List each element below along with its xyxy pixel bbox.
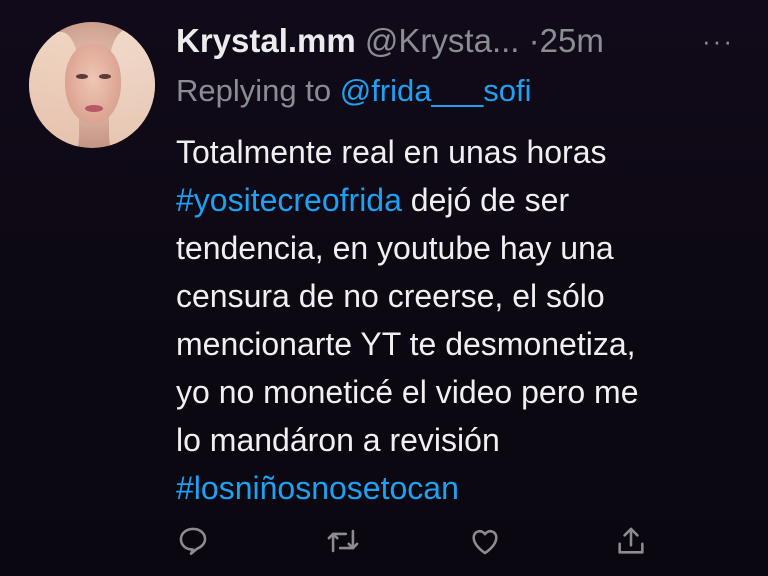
- retweet-icon[interactable]: [326, 524, 360, 558]
- display-name[interactable]: Krystal.mm: [176, 22, 356, 59]
- tweet-line: #yositecreofrida dejó de ser: [176, 176, 756, 224]
- avatar-eye-right: [99, 74, 111, 79]
- tweet-line: #losniñosnosetocan: [176, 464, 756, 512]
- hashtag-link[interactable]: #losniñosnosetocan: [176, 470, 459, 506]
- avatar-lips: [85, 105, 103, 112]
- tweet-line-text: censura de no creerse, el sólo: [176, 278, 605, 314]
- tweet-timestamp[interactable]: 25m: [540, 22, 604, 59]
- tweet-actions: [0, 524, 768, 564]
- tweet-text: Totalmente real en unas horas #yositecre…: [176, 128, 756, 512]
- tweet-line-text: dejó de ser: [401, 182, 570, 218]
- reply-icon[interactable]: [176, 524, 210, 558]
- user-handle[interactable]: @Krysta...: [365, 22, 520, 59]
- tweet-line-text: tendencia, en youtube hay una: [176, 230, 614, 266]
- tweet-card[interactable]: Krystal.mm @Krysta... ·25m ··· Replying …: [0, 0, 768, 576]
- avatar[interactable]: [29, 22, 155, 148]
- avatar-eye-left: [76, 74, 88, 79]
- tweet-line: Totalmente real en unas horas: [176, 128, 756, 176]
- tweet-header: Krystal.mm @Krysta... ·25m: [176, 20, 604, 62]
- tweet-line-text: Totalmente real en unas horas: [176, 134, 607, 170]
- tweet-line: mencionarte YT te desmonetiza,: [176, 320, 756, 368]
- separator-dot: ·: [528, 22, 540, 59]
- avatar-face: [65, 44, 121, 124]
- hashtag-link[interactable]: #yositecreofrida: [176, 182, 402, 218]
- tweet-line-text: lo mandáron a revisión: [176, 422, 500, 458]
- like-icon[interactable]: [468, 524, 502, 558]
- tweet-line: tendencia, en youtube hay una: [176, 224, 756, 272]
- replying-to-label: Replying to: [176, 73, 332, 108]
- more-options-icon[interactable]: ···: [702, 20, 734, 62]
- tweet-line: yo no moneticé el video pero me: [176, 368, 756, 416]
- tweet-line-text: yo no moneticé el video pero me: [176, 374, 639, 410]
- tweet-line: censura de no creerse, el sólo: [176, 272, 756, 320]
- tweet-line: lo mandáron a revisión: [176, 416, 756, 464]
- share-icon[interactable]: [614, 524, 648, 558]
- replying-to: Replying to @frida___sofi: [176, 70, 531, 112]
- reply-mention-link[interactable]: @frida___sofi: [340, 73, 532, 108]
- tweet-line-text: mencionarte YT te desmonetiza,: [176, 326, 636, 362]
